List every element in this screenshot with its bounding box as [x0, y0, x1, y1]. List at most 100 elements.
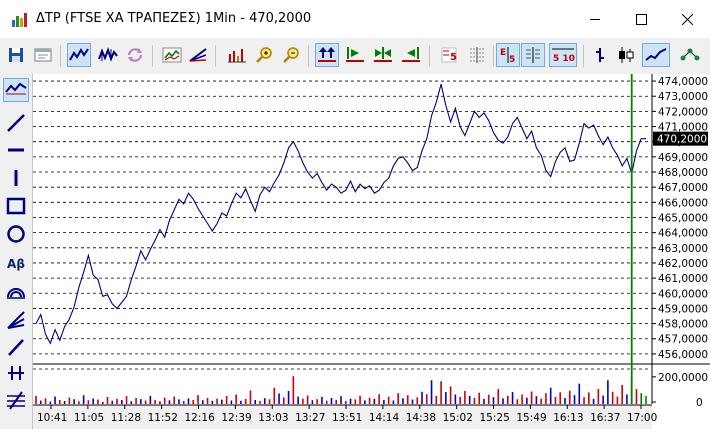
time-tick-label: 12:39	[221, 412, 251, 424]
price-chart[interactable]: 474,0000473,0000472,0000471,0000470,0000…	[33, 74, 710, 429]
arc-tool-icon	[6, 281, 26, 305]
volume-bars-icon	[227, 47, 247, 63]
grid-icon	[468, 46, 486, 64]
text-tool-icon: Aβ	[7, 257, 25, 271]
bar-style-button[interactable]	[588, 43, 612, 67]
maximize-icon	[635, 10, 647, 29]
time-tick-label: 13:51	[332, 412, 362, 424]
price-tick-label: 466,0000	[658, 197, 708, 209]
refresh-button[interactable]	[123, 43, 147, 67]
minimize-button[interactable]	[572, 0, 618, 38]
price-tick-label: 460,0000	[658, 288, 708, 300]
time-tick-label: 13:03	[258, 412, 288, 424]
trend-line-tool[interactable]	[3, 78, 29, 102]
svg-text:E: E	[500, 48, 506, 58]
network-icon	[680, 46, 700, 64]
period-button[interactable]: 5	[437, 43, 461, 67]
zoom-in-button[interactable]	[253, 43, 277, 67]
zoom-out-button[interactable]	[280, 43, 304, 67]
fibonacci-icon	[6, 390, 26, 414]
time-tick-label: 14:38	[406, 412, 436, 424]
price-tick-label: 457,0000	[658, 334, 708, 346]
drawing-toolbar: Aβ	[0, 74, 33, 429]
price-tick-label: 464,0000	[658, 228, 708, 240]
time-tick-label: 17:00	[627, 412, 657, 424]
fan-tool-button[interactable]	[186, 43, 210, 67]
price-tick-label: 462,0000	[658, 258, 708, 270]
bar-style-icon	[592, 46, 608, 64]
save-button[interactable]	[4, 43, 28, 67]
diagonal-line-tool[interactable]	[3, 113, 29, 137]
window-title: ΔΤΡ (FTSE ΧΑ ΤΡΑΠΕΖΕΣ) 1Min - 470,2000	[36, 11, 312, 26]
time-tick-label: 15:02	[443, 412, 473, 424]
period-5-icon: 5	[440, 46, 458, 64]
range-button[interactable]: 5 10	[549, 43, 577, 67]
price-tick-label: 461,0000	[658, 273, 708, 285]
window-button[interactable]	[31, 43, 55, 67]
line-style-button[interactable]	[642, 43, 670, 67]
time-tick-label: 16:37	[590, 412, 620, 424]
maximize-button[interactable]	[618, 0, 664, 38]
text-tool[interactable]: Aβ	[3, 252, 29, 276]
current-price-label: 470,2000	[657, 134, 707, 146]
range-510-icon: 5 10	[551, 46, 575, 64]
time-tick-label: 14:14	[369, 412, 400, 424]
arc-tool[interactable]	[3, 281, 29, 305]
rectangle-tool[interactable]	[3, 196, 29, 220]
save-icon	[8, 47, 24, 63]
main-toolbar: 5 E5 5 10	[0, 38, 710, 75]
title-bar[interactable]: ΔΤΡ (FTSE ΧΑ ΤΡΑΠΕΖΕΣ) 1Min - 470,2000	[0, 0, 710, 38]
table-icon	[524, 46, 542, 64]
horizontal-line-tool[interactable]	[3, 140, 29, 164]
price-tick-label: 463,0000	[658, 243, 708, 255]
network-button[interactable]	[678, 43, 702, 67]
decimal-button[interactable]: E5	[496, 43, 520, 67]
time-tick-label: 12:16	[185, 412, 216, 424]
trend-line-icon	[5, 80, 27, 100]
fan-tool[interactable]	[3, 310, 29, 334]
scroll-center-icon	[373, 46, 393, 64]
ray-line-tool[interactable]	[3, 337, 29, 361]
decimal-icon: E5	[499, 46, 517, 64]
grid-button[interactable]	[465, 43, 489, 67]
scroll-both-icon	[317, 46, 337, 64]
close-icon	[681, 10, 693, 29]
indicator-chart-button[interactable]	[160, 43, 184, 67]
fibonacci-tool[interactable]	[3, 390, 29, 414]
parallel-lines-icon	[6, 363, 26, 387]
price-tick-label: 458,0000	[658, 319, 708, 331]
volume-tick-label: 0	[696, 397, 703, 409]
line-style-icon	[645, 47, 667, 63]
ohlc-chart-button[interactable]	[96, 43, 120, 67]
scroll-center-button[interactable]	[371, 43, 395, 67]
scroll-left-icon	[401, 46, 421, 64]
scroll-left-button[interactable]	[399, 43, 423, 67]
rectangle-icon	[6, 196, 26, 220]
svg-text:5: 5	[450, 52, 457, 63]
vertical-line-icon	[6, 168, 26, 192]
scroll-right-button[interactable]	[343, 43, 367, 67]
time-tick-label: 16:13	[553, 412, 583, 424]
price-tick-label: 465,0000	[658, 212, 708, 224]
volume-tick-label: 200,0000	[658, 372, 708, 384]
time-tick-label: 10:41	[37, 412, 67, 424]
chart-app-icon	[11, 11, 28, 28]
price-tick-label: 469,0000	[658, 152, 708, 164]
close-button[interactable]	[664, 0, 710, 38]
ellipse-tool[interactable]	[3, 224, 29, 248]
svg-text:5 10: 5 10	[553, 54, 575, 64]
line-chart-button[interactable]	[67, 43, 91, 67]
ohlc-chart-icon	[98, 47, 118, 63]
parallel-lines-tool[interactable]	[3, 363, 29, 387]
fan-tool-icon	[6, 310, 26, 334]
table-button[interactable]	[521, 43, 545, 67]
vertical-line-tool[interactable]	[3, 168, 29, 192]
diagonal-line-icon	[6, 113, 26, 137]
candle-style-button[interactable]	[614, 43, 638, 67]
ellipse-icon	[6, 224, 26, 248]
time-tick-label: 13:27	[295, 412, 325, 424]
price-tick-label: 472,0000	[658, 106, 708, 118]
volume-bars-button[interactable]	[225, 43, 249, 67]
scroll-both-button[interactable]	[315, 43, 339, 67]
line-chart-icon	[69, 47, 89, 63]
